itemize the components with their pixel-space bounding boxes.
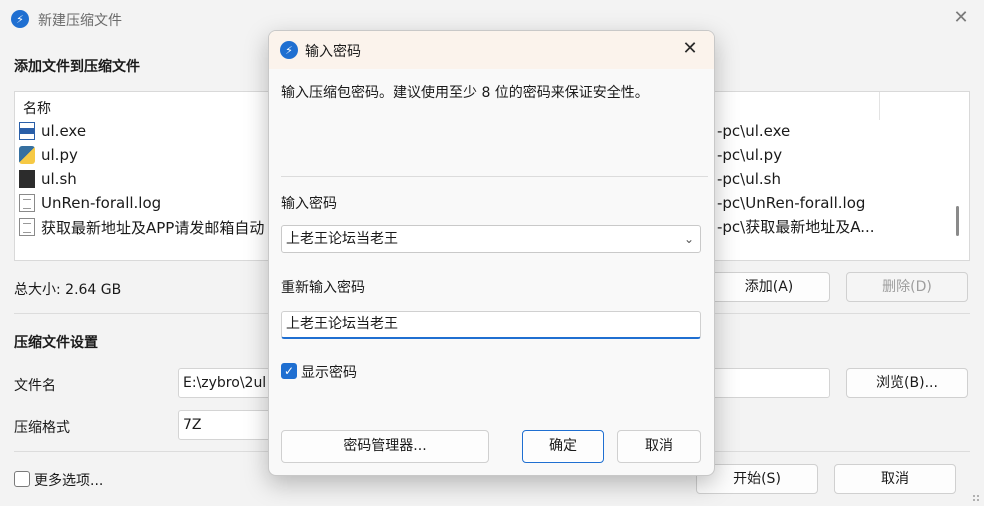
window-title: 新建压缩文件 <box>38 13 122 29</box>
password-value: 上老王论坛当老王 <box>286 231 398 247</box>
file-name: ul.exe <box>41 122 87 140</box>
browse-button[interactable]: 浏览(B)... <box>846 368 968 398</box>
more-options-label[interactable]: 更多选项... <box>34 470 103 490</box>
add-files-section-title: 添加文件到压缩文件 <box>14 59 140 75</box>
dialog-title: 输入密码 <box>305 44 361 60</box>
password-label: 输入密码 <box>281 196 337 212</box>
file-path: -pc\UnRen-forall.log <box>717 194 866 212</box>
file-name: 获取最新地址及APP请发邮箱自动 <box>41 218 265 237</box>
password-dialog: ⚡ 输入密码 ✕ 输入压缩包密码。建议使用至少 8 位的密码来保证安全性。 输入… <box>268 30 715 476</box>
shell-file-icon <box>19 170 35 188</box>
divider <box>281 176 708 177</box>
reenter-password-field[interactable]: 上老王论坛当老王 <box>281 311 701 339</box>
file-path: -pc\ul.py <box>717 146 783 164</box>
list-item[interactable]: 获取最新地址及APP请发邮箱自动 <box>19 215 264 239</box>
add-button[interactable]: 添加(A) <box>708 272 830 302</box>
close-icon[interactable]: ✕ <box>951 8 971 28</box>
dialog-message: 输入压缩包密码。建议使用至少 8 位的密码来保证安全性。 <box>281 85 649 101</box>
dialog-titlebar: ⚡ 输入密码 ✕ <box>269 31 714 69</box>
resize-grip-icon[interactable] <box>972 494 980 502</box>
exe-file-icon <box>19 122 35 140</box>
show-password-checkbox[interactable]: ✓ <box>281 363 297 379</box>
file-name: ul.sh <box>41 170 77 188</box>
settings-section-title: 压缩文件设置 <box>14 335 98 351</box>
total-size-label: 总大小: 2.64 GB <box>14 282 122 298</box>
more-options-checkbox[interactable] <box>14 471 30 487</box>
file-path: -pc\ul.exe <box>717 122 791 140</box>
file-path: -pc\获取最新地址及A... <box>717 218 875 236</box>
ok-button[interactable]: 确定 <box>522 430 604 463</box>
password-manager-button[interactable]: 密码管理器... <box>281 430 489 463</box>
column-divider[interactable] <box>879 92 880 120</box>
text-file-icon <box>19 218 35 236</box>
chevron-down-icon[interactable]: ⌄ <box>684 226 694 252</box>
log-file-icon <box>19 194 35 212</box>
password-combobox[interactable]: 上老王论坛当老王 ⌄ <box>281 225 701 253</box>
file-name: ul.py <box>41 146 78 164</box>
delete-button[interactable]: 删除(D) <box>846 272 968 302</box>
vertical-scrollbar[interactable] <box>956 206 959 236</box>
format-label: 压缩格式 <box>14 420 70 436</box>
list-item[interactable]: ul.exe <box>19 119 86 143</box>
name-column-header[interactable]: 名称 <box>23 98 51 118</box>
dialog-cancel-button[interactable]: 取消 <box>617 430 701 463</box>
list-item[interactable]: ul.sh <box>19 167 77 191</box>
close-icon[interactable]: ✕ <box>680 39 700 59</box>
python-file-icon <box>19 146 35 164</box>
main-cancel-button[interactable]: 取消 <box>834 464 956 494</box>
show-password-label[interactable]: 显示密码 <box>301 362 357 382</box>
file-name: UnRen-forall.log <box>41 194 162 212</box>
file-path: -pc\ul.sh <box>717 170 781 188</box>
filename-label: 文件名 <box>14 378 56 394</box>
list-item[interactable]: UnRen-forall.log <box>19 191 161 215</box>
app-logo-icon: ⚡ <box>11 10 29 28</box>
list-item[interactable]: ul.py <box>19 143 78 167</box>
app-logo-icon: ⚡ <box>280 41 298 59</box>
reenter-password-label: 重新输入密码 <box>281 280 365 296</box>
